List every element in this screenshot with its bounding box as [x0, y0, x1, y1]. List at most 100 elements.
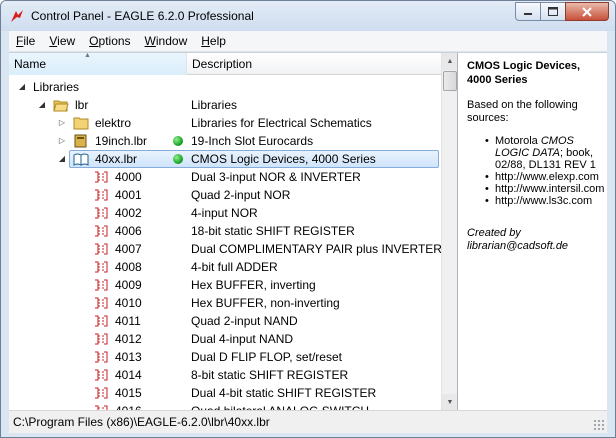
tree-row-device[interactable]: 4006 18-bit static SHIFT REGISTER [9, 222, 441, 240]
device-symbol-icon [95, 387, 108, 399]
source-link[interactable]: http://www.ls3c.com [485, 195, 607, 207]
description-column-header[interactable]: Description [187, 53, 441, 75]
tree-item-description: Dual COMPLIMENTARY PAIR plus INVERTER [191, 242, 441, 256]
tree-row-elektro[interactable]: ▷ elektro Libraries for Electrical Schem… [9, 114, 441, 132]
column-header: ▲ Name Description [9, 53, 441, 75]
tree-row-19inch[interactable]: ▷ 19inch.lbr 19-Inch Slot Eurocards [9, 132, 441, 150]
source-item: Motorola CMOS LOGIC DATA; book, 02/88, D… [485, 135, 599, 171]
tree-row-device[interactable]: 4000 Dual 3-input NOR & INVERTER [9, 168, 441, 186]
in-use-status-icon [173, 154, 183, 164]
tree-row-libraries[interactable]: ◢ Libraries [9, 78, 441, 96]
info-source-list: Motorola CMOS LOGIC DATA; book, 02/88, D… [485, 135, 607, 207]
menu-view[interactable]: View [42, 34, 82, 48]
library-tree[interactable]: ▲ Name Description ◢ Libraries ◢ lbr Lib… [9, 53, 458, 411]
tree-item-description: Quad 2-input NAND [191, 314, 298, 328]
tree-item-label: 40xx.lbr [95, 152, 138, 166]
title-bar[interactable]: Control Panel - EAGLE 6.2.0 Professional [1, 1, 615, 31]
tree-row-device[interactable]: 4014 8-bit static SHIFT REGISTER [9, 366, 441, 384]
tree-item-description: 18-bit static SHIFT REGISTER [191, 224, 355, 238]
tree-rows: ◢ Libraries ◢ lbr Libraries ▷ elektro Li… [9, 76, 441, 411]
name-column-header[interactable]: ▲ Name [9, 53, 187, 75]
menu-window[interactable]: Window [138, 34, 195, 48]
tree-item-label: lbr [75, 98, 89, 112]
tree-item-description: 4-input NOR [191, 206, 258, 220]
device-symbol-icon [95, 351, 108, 363]
menu-bar: File View Options Window Help [9, 31, 607, 52]
tree-row-device[interactable]: 4002 4-input NOR [9, 204, 441, 222]
sort-ascending-icon: ▲ [84, 53, 91, 59]
resize-grip-icon[interactable] [593, 419, 605, 431]
in-use-status-icon [173, 136, 183, 146]
tree-item-description: Hex BUFFER, inverting [191, 278, 316, 292]
tree-item-label: 4014 [115, 368, 142, 382]
tree-row-device[interactable]: 4015 Dual 4-bit static SHIFT REGISTER [9, 384, 441, 402]
scroll-up-button[interactable]: ▲ [442, 53, 457, 70]
menu-file[interactable]: File [9, 34, 42, 48]
tree-vertical-scrollbar[interactable]: ▲ ▼ [441, 53, 457, 411]
info-title: CMOS Logic Devices, 4000 Series [467, 60, 581, 86]
tree-item-label: 4000 [115, 170, 142, 184]
scroll-down-button[interactable]: ▼ [442, 394, 457, 411]
tree-row-device[interactable]: 4010 Hex BUFFER, non-inverting [9, 294, 441, 312]
tree-item-label: 4008 [115, 260, 142, 274]
expand-arrow-icon[interactable]: ▷ [57, 114, 67, 132]
tree-row-device[interactable]: 4011 Quad 2-input NAND [9, 312, 441, 330]
status-path: C:\Program Files (x86)\EAGLE-6.2.0\lbr\4… [13, 415, 270, 429]
tree-item-description: 19-Inch Slot Eurocards [191, 134, 314, 148]
tree-item-label: 4007 [115, 242, 142, 256]
tree-item-label: 4011 [115, 314, 141, 328]
tree-row-device[interactable]: 4013 Dual D FLIP FLOP, set/reset [9, 348, 441, 366]
tree-row-device[interactable]: 4012 Dual 4-input NAND [9, 330, 441, 348]
description-column-label: Description [192, 57, 253, 71]
tree-row-device[interactable]: 4008 4-bit full ADDER [9, 258, 441, 276]
info-based-on: Based on the following sources: [467, 99, 578, 124]
tree-item-description: Dual 4-bit static SHIFT REGISTER [191, 386, 377, 400]
tree-row-40xx[interactable]: ◢ 40xx.lbr CMOS Logic Devices, 4000 Seri… [9, 150, 441, 168]
device-symbol-icon [95, 369, 108, 381]
minimize-button[interactable] [515, 2, 541, 21]
open-folder-icon [53, 100, 69, 112]
eagle-app-icon [11, 10, 23, 22]
scroll-thumb[interactable] [443, 71, 457, 91]
close-icon [582, 6, 592, 17]
tree-row-device[interactable]: 4001 Quad 2-input NOR [9, 186, 441, 204]
collapse-arrow-icon[interactable]: ◢ [57, 150, 67, 168]
tree-item-label: 4012 [115, 332, 142, 346]
device-symbol-icon [95, 297, 108, 309]
maximize-button[interactable] [540, 2, 566, 21]
menu-help[interactable]: Help [194, 34, 233, 48]
library-book-icon [74, 134, 87, 148]
tree-item-label: 4015 [115, 386, 142, 400]
tree-item-description: Dual 4-input NAND [191, 332, 294, 346]
client-area: ▲ Name Description ◢ Libraries ◢ lbr Lib… [9, 52, 607, 411]
device-symbol-icon [95, 315, 108, 327]
tree-row-device[interactable]: 4007 Dual COMPLIMENTARY PAIR plus INVERT… [9, 240, 441, 258]
name-column-label: Name [14, 57, 47, 71]
expand-arrow-icon[interactable]: ▷ [57, 132, 67, 150]
tree-row-lbr[interactable]: ◢ lbr Libraries [9, 96, 441, 114]
tree-item-description: 8-bit static SHIFT REGISTER [191, 368, 349, 382]
tree-item-label: 19inch.lbr [95, 134, 148, 148]
source-link[interactable]: http://www.elexp.com [485, 171, 607, 183]
close-button[interactable] [565, 2, 609, 21]
tree-item-label: 4002 [115, 206, 142, 220]
tree-item-description: Libraries [191, 98, 238, 112]
folder-icon [73, 117, 89, 130]
device-symbol-icon [95, 279, 108, 291]
collapse-arrow-icon[interactable]: ◢ [37, 96, 47, 114]
info-created-by: Created by librarian@cadsoft.de [467, 227, 569, 252]
source-link[interactable]: http://www.intersil.com [485, 183, 607, 195]
device-symbol-icon [95, 333, 108, 345]
tree-item-label: elektro [95, 116, 132, 130]
maximize-icon [548, 7, 558, 16]
source-text: Motorola [495, 135, 541, 147]
tree-row-device[interactable]: 4009 Hex BUFFER, inverting [9, 276, 441, 294]
tree-item-description: Dual D FLIP FLOP, set/reset [191, 350, 342, 364]
menu-options[interactable]: Options [82, 34, 137, 48]
device-symbol-icon [95, 243, 108, 255]
tree-item-description: Dual 3-input NOR & INVERTER [191, 170, 361, 184]
tree-item-label: 4009 [115, 278, 142, 292]
tree-item-label: 4001 [115, 188, 142, 202]
collapse-arrow-icon[interactable]: ◢ [17, 78, 27, 96]
minimize-icon [524, 12, 532, 15]
